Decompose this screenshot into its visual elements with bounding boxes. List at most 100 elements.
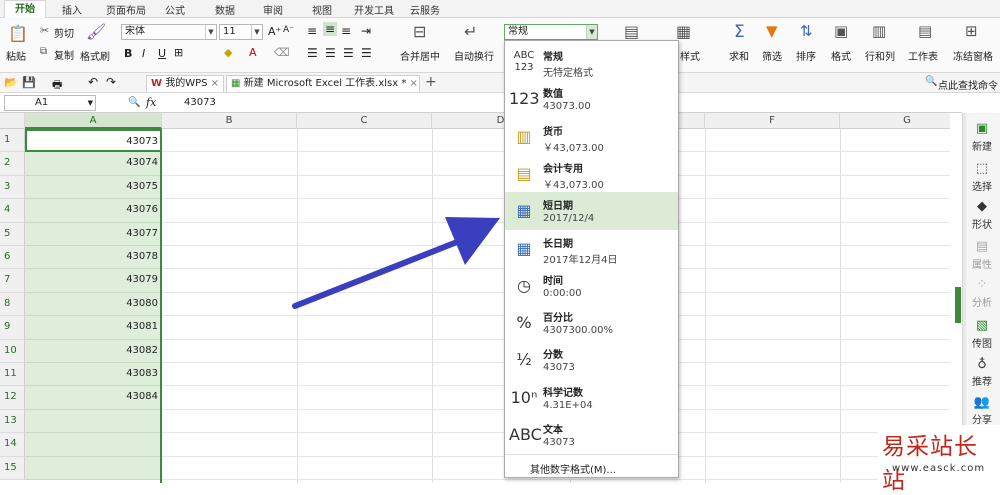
paste-icon[interactable]: 📋 [8, 24, 28, 44]
row-header[interactable]: 2 [0, 152, 25, 176]
format-option[interactable]: ▦ 短日期 2017/12/4 [505, 192, 678, 230]
row-header[interactable]: 11 [0, 363, 25, 387]
tab-home[interactable]: 开始 [4, 0, 46, 18]
cell-a[interactable]: 43077 [25, 222, 162, 246]
tab-view[interactable]: 视图 [312, 2, 332, 17]
name-box[interactable]: A1 ▼ [4, 95, 96, 111]
paste-button[interactable]: 粘贴 [6, 48, 26, 63]
format-option[interactable]: 10ⁿ 科学记数 4.31E+04 [505, 379, 678, 417]
number-format-select[interactable]: 常规 ▼ [504, 24, 598, 40]
row-header[interactable]: 4 [0, 199, 25, 223]
sum-button[interactable]: 求和 [729, 48, 749, 63]
row-header[interactable]: 7 [0, 269, 25, 293]
filter-button[interactable]: 筛选 [762, 48, 782, 63]
align-left-icon[interactable]: ☰ [307, 46, 318, 60]
cell-a[interactable]: 43082 [25, 339, 162, 363]
align-top-icon[interactable]: ≡ [307, 24, 317, 38]
open-icon[interactable]: 📂 [4, 76, 18, 89]
italic-button[interactable]: I [142, 47, 145, 60]
row-header[interactable]: 1 [0, 129, 25, 153]
font-color-icon[interactable]: A [249, 46, 257, 59]
redo-icon[interactable]: ↷ [106, 75, 116, 89]
merge-center-button[interactable]: 合并居中 [400, 48, 440, 63]
font-size-select[interactable]: 11 ▼ [219, 24, 263, 40]
panel-properties[interactable]: 属性 [963, 256, 1000, 271]
cell-a[interactable] [25, 409, 162, 434]
wrap-text-button[interactable]: 自动换行 [454, 48, 494, 63]
column-header-a[interactable]: A [25, 113, 162, 129]
row-header[interactable]: 3 [0, 175, 25, 200]
row-header[interactable]: 15 [0, 456, 25, 480]
fx-button[interactable]: fx [146, 96, 156, 109]
cell-a[interactable]: 43075 [25, 175, 162, 200]
align-right-icon[interactable]: ☰ [343, 46, 354, 60]
close-icon[interactable]: × [211, 78, 219, 89]
format-option[interactable]: ▤ 会计专用 ￥43,073.00 [505, 155, 678, 193]
underline-button[interactable]: U [158, 47, 166, 60]
tab-cloud[interactable]: 云服务 [410, 2, 440, 17]
worksheet-button[interactable]: 工作表 [908, 48, 938, 63]
undo-icon[interactable]: ↶ [88, 75, 98, 89]
cell-a[interactable]: 43080 [25, 292, 162, 317]
column-header-c[interactable]: C [297, 113, 432, 129]
format-option[interactable]: ABC 123 常规 无特定格式 [505, 43, 678, 81]
tab-developer[interactable]: 开发工具 [354, 2, 394, 17]
copy-button[interactable]: 复制 [54, 47, 74, 62]
column-header-f[interactable]: F [705, 113, 840, 129]
cell-a[interactable] [25, 456, 162, 480]
align-middle-icon[interactable]: ≡ [323, 22, 338, 36]
panel-new[interactable]: 新建 [963, 138, 1000, 153]
justify-icon[interactable]: ☰ [361, 46, 372, 60]
table-style-button[interactable]: 样式 [680, 48, 700, 63]
select-all-corner[interactable] [0, 113, 25, 129]
format-option[interactable]: ABC 文本 43073 [505, 416, 678, 454]
border-icon[interactable]: ⊞ [174, 46, 183, 59]
tab-my-wps[interactable]: W 我的WPS × [146, 75, 224, 92]
column-header-g[interactable]: G [840, 113, 950, 129]
cell-a[interactable]: 43079 [25, 269, 162, 293]
format-option[interactable]: ▦ 长日期 2017年12月4日 [505, 230, 678, 268]
panel-recommend[interactable]: 推荐 [963, 373, 1000, 388]
tab-page-layout[interactable]: 页面布局 [106, 2, 146, 17]
format-option[interactable]: ▥ 货币 ￥43,073.00 [505, 118, 678, 156]
formula-input[interactable]: 43073 [184, 97, 216, 108]
command-search[interactable]: 点此查找命令 [938, 77, 998, 92]
add-tab-icon[interactable]: + [425, 74, 437, 90]
cell-a[interactable]: 43084 [25, 386, 162, 410]
panel-select[interactable]: 选择 [963, 178, 1000, 193]
panel-upload[interactable]: 传图 [963, 335, 1000, 350]
cell-a[interactable] [25, 433, 162, 457]
row-header[interactable]: 13 [0, 409, 25, 434]
tab-formula[interactable]: 公式 [165, 2, 185, 17]
cell-a[interactable]: 43076 [25, 199, 162, 223]
sort-button[interactable]: 排序 [796, 48, 816, 63]
format-button[interactable]: 格式 [831, 48, 851, 63]
decrease-font-icon[interactable]: A⁻ [283, 25, 294, 35]
align-center-icon[interactable]: ☰ [325, 46, 336, 60]
row-header[interactable]: 12 [0, 386, 25, 410]
tab-insert[interactable]: 插入 [62, 2, 82, 17]
freeze-panes-button[interactable]: 冻结窗格 [953, 48, 993, 63]
row-header[interactable]: 10 [0, 339, 25, 363]
row-header[interactable]: 5 [0, 222, 25, 246]
font-name-select[interactable]: 宋体 ▼ [121, 24, 217, 40]
cell-a[interactable]: 43083 [25, 363, 162, 387]
bold-button[interactable]: B [124, 47, 132, 60]
cut-button[interactable]: 剪切 [54, 25, 74, 40]
cell-a[interactable]: 43081 [25, 316, 162, 340]
format-option[interactable]: 123 数值 43073.00 [505, 80, 678, 118]
row-header[interactable]: 8 [0, 292, 25, 317]
panel-analyze[interactable]: 分析 [963, 294, 1000, 309]
tab-workbook[interactable]: ▦ 新建 Microsoft Excel 工作表.xlsx * × [226, 75, 420, 92]
close-icon[interactable]: × [410, 78, 418, 89]
format-option[interactable]: ◷ 时间 0:00:00 [505, 267, 678, 305]
row-header[interactable]: 14 [0, 433, 25, 457]
tab-review[interactable]: 审阅 [263, 2, 283, 17]
zoom-icon[interactable]: 🔍 [128, 97, 140, 108]
format-option[interactable]: ½ 分数 43073 [505, 341, 678, 379]
format-painter-button[interactable]: 格式刷 [80, 48, 110, 63]
panel-share[interactable]: 分享 [963, 411, 1000, 426]
row-col-button[interactable]: 行和列 [865, 48, 895, 63]
format-option[interactable]: % 百分比 4307300.00% [505, 304, 678, 342]
panel-shape[interactable]: 形状 [963, 216, 1000, 231]
